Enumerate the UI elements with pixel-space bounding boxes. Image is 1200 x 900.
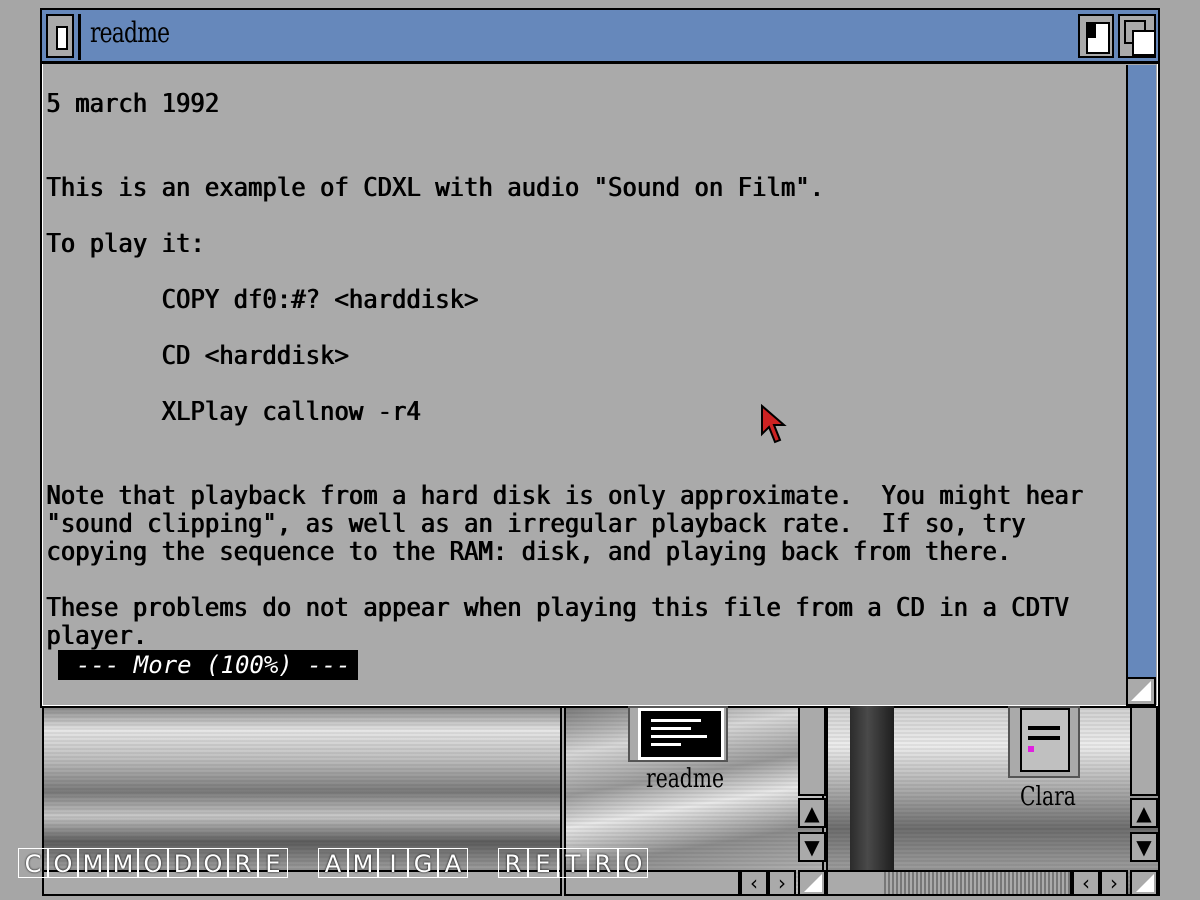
text-line: These problems do not appear when playin…: [46, 593, 1069, 623]
watermark-letter: E: [528, 848, 558, 878]
watermark-letter: [288, 848, 318, 878]
resize-gadget[interactable]: [1126, 677, 1156, 706]
readme-icon-label[interactable]: readme: [646, 764, 724, 794]
text-line: "sound clipping", as well as an irregula…: [46, 509, 1026, 539]
scroll-up-arrow-icon[interactable]: ▲: [798, 798, 826, 828]
document-icon[interactable]: [1008, 706, 1080, 778]
scroll-left-arrow-icon[interactable]: ‹: [1072, 870, 1100, 896]
watermark-letter: C: [18, 848, 48, 878]
scroll-down-arrow-icon[interactable]: ▼: [798, 832, 826, 862]
resize-icon: [804, 874, 822, 892]
text-line: This is an example of CDXL with audio "S…: [46, 173, 824, 203]
document-text: 5 march 1992 This is an example of CDXL …: [46, 90, 1122, 690]
text-line: player.: [46, 621, 147, 651]
window-title: readme: [90, 16, 170, 49]
watermark-letter: A: [318, 848, 348, 878]
zoom-icon-fill: [1086, 22, 1096, 38]
watermark-letter: [468, 848, 498, 878]
middle-pane-vertical-scrollbar[interactable]: [798, 706, 826, 796]
watermark-letter: R: [588, 848, 618, 878]
watermark-letter: R: [498, 848, 528, 878]
document-icon-dot: [1028, 746, 1034, 752]
watermark-letter: O: [138, 848, 168, 878]
text-line: COPY df0:#? <harddisk>: [46, 285, 479, 315]
depth-icon-front: [1132, 30, 1156, 56]
watermark-letter: M: [348, 848, 378, 878]
watermark-letter: A: [438, 848, 468, 878]
text-file-icon[interactable]: [628, 706, 728, 762]
middle-pane-resize-gadget[interactable]: [798, 870, 826, 896]
text-line: CD <harddisk>: [46, 341, 349, 371]
scrollbar-knob[interactable]: [828, 872, 884, 894]
right-pane-vertical-scrollbar[interactable]: [1130, 706, 1158, 796]
resize-icon: [1136, 874, 1154, 892]
watermark-letter: M: [108, 848, 138, 878]
close-icon: [56, 26, 68, 50]
watermark-letter: O: [198, 848, 228, 878]
scroll-up-arrow-icon[interactable]: ▲: [1130, 798, 1158, 828]
watermark-letter: R: [228, 848, 258, 878]
text-line: To play it:: [46, 229, 205, 259]
clara-icon-label[interactable]: Clara: [1020, 782, 1076, 812]
title-separator: [78, 14, 81, 60]
text-line: XLPlay callnow -r4: [46, 397, 421, 427]
right-pane-resize-gadget[interactable]: [1130, 870, 1158, 896]
zoom-button[interactable]: [1078, 14, 1114, 58]
right-pane-horizontal-scrollbar[interactable]: [826, 870, 1072, 896]
scroll-right-arrow-icon[interactable]: ›: [768, 870, 796, 896]
watermark-letter: T: [558, 848, 588, 878]
vertical-scrollbar[interactable]: [1126, 65, 1156, 677]
depth-button[interactable]: [1118, 14, 1156, 58]
scroll-down-arrow-icon[interactable]: ▼: [1130, 832, 1158, 862]
watermark-letter: O: [48, 848, 78, 878]
scroll-left-arrow-icon[interactable]: ‹: [740, 870, 768, 896]
watermark-letter: O: [618, 848, 648, 878]
backdrop-tree-image: [850, 706, 894, 870]
readme-window: readme 5 march 1992 This is an example o…: [40, 8, 1160, 708]
watermark: COMMODOREAMIGARETRO: [18, 848, 648, 878]
mouse-pointer-icon: [761, 404, 787, 444]
resize-icon: [1131, 681, 1151, 701]
text-line: 5 march 1992: [46, 89, 219, 119]
close-button[interactable]: [46, 14, 74, 58]
text-file-icon-screen: [638, 708, 724, 760]
scroll-right-arrow-icon[interactable]: ›: [1100, 870, 1128, 896]
watermark-letter: D: [168, 848, 198, 878]
title-bar[interactable]: readme: [42, 10, 1158, 64]
watermark-letter: I: [378, 848, 408, 878]
watermark-letter: E: [258, 848, 288, 878]
watermark-letter: G: [408, 848, 438, 878]
watermark-letter: M: [78, 848, 108, 878]
more-prompt[interactable]: --- More (100%) ---: [58, 650, 358, 680]
text-line: copying the sequence to the RAM: disk, a…: [46, 537, 1011, 567]
document-icon-page: [1020, 708, 1070, 772]
text-line: Note that playback from a hard disk is o…: [46, 481, 1083, 511]
